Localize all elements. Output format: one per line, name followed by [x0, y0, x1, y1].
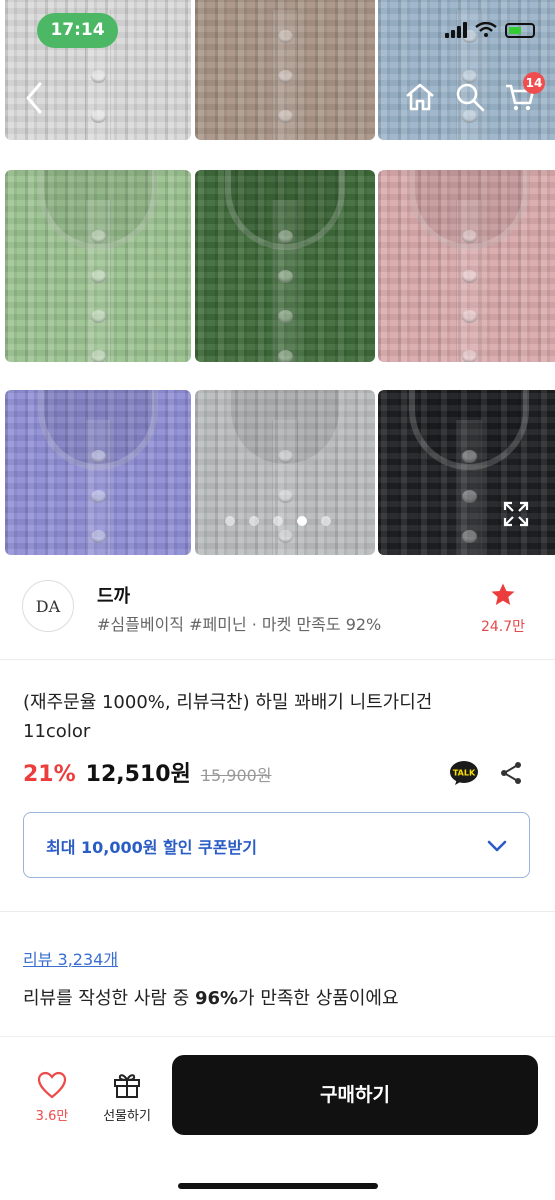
- cardigan-swatch: [378, 0, 555, 140]
- review-summary-tail: 가 만족한 상품이에요: [238, 988, 399, 1009]
- status-time: 17:14: [37, 13, 118, 48]
- coupon-download-button[interactable]: 최대 10,000원 할인 쿠폰받기: [23, 812, 530, 878]
- store-name[interactable]: 드까: [97, 582, 130, 608]
- cardigan-swatch: [5, 390, 191, 555]
- share-icon[interactable]: [499, 761, 523, 785]
- coupon-label: 최대 10,000원 할인 쿠폰받기: [46, 838, 257, 857]
- cardigan-swatch: [378, 170, 555, 362]
- home-icon[interactable]: [403, 80, 437, 114]
- buy-button[interactable]: 구매하기: [172, 1055, 538, 1135]
- review-summary-text: 리뷰를 작성한 사람 중: [23, 988, 195, 1009]
- review-count-link[interactable]: 리뷰 3,234개: [23, 946, 118, 970]
- signal-icon: [445, 22, 467, 38]
- gallery-dot[interactable]: [224, 516, 235, 526]
- price-row: 21% 12,510원 15,900원: [23, 756, 272, 788]
- chevron-down-icon: [487, 840, 507, 852]
- cardigan-swatch: [378, 390, 555, 555]
- wifi-icon: [475, 22, 497, 37]
- gallery-page-indicator: [0, 516, 555, 526]
- talk-label: TALK: [453, 769, 476, 778]
- cardigan-swatch: [195, 0, 375, 140]
- discount-rate: 21%: [23, 762, 76, 787]
- sale-price: 12,510원: [85, 762, 191, 787]
- heart-icon: [37, 1071, 67, 1099]
- product-image-gallery[interactable]: 17:14 14: [0, 0, 555, 555]
- cardigan-swatch: [5, 170, 191, 362]
- store-fav-count: 24.7만: [480, 619, 526, 635]
- cardigan-swatch: [195, 170, 375, 362]
- search-icon[interactable]: [453, 80, 487, 114]
- top-nav-icons: 14: [403, 72, 545, 114]
- cart-button[interactable]: 14: [503, 72, 545, 114]
- expand-icon[interactable]: [502, 500, 530, 528]
- battery-icon: [505, 22, 535, 38]
- cart-count-badge: 14: [523, 72, 545, 94]
- product-title-line-1: (재주문율 1000%, 리뷰극찬) 하밀 꽈배기 니트가디건: [23, 692, 433, 713]
- like-button[interactable]: 3.6만: [28, 1071, 76, 1124]
- store-tags: #심플베이직 #페미닌 · 마켓 만족도 92%: [97, 615, 382, 634]
- gift-label: 선물하기: [103, 1109, 151, 1124]
- store-row[interactable]: DA 드까 #심플베이직 #페미닌 · 마켓 만족도 92% 24.7만: [0, 555, 555, 660]
- gallery-dot[interactable]: [248, 516, 259, 526]
- gift-button[interactable]: 선물하기: [92, 1071, 162, 1124]
- review-satisfaction-percent: 96%: [194, 988, 239, 1009]
- back-arrow-icon[interactable]: [20, 78, 50, 118]
- like-count: 3.6만: [35, 1109, 69, 1124]
- store-logo[interactable]: DA: [22, 580, 74, 632]
- home-indicator: [178, 1183, 378, 1189]
- gallery-dot[interactable]: [320, 516, 331, 526]
- cardigan-swatch: [195, 390, 375, 555]
- star-icon: [491, 583, 515, 605]
- kakao-talk-icon[interactable]: TALK: [449, 760, 479, 786]
- product-title: (재주문율 1000%, 리뷰극찬) 하밀 꽈배기 니트가디건 11color: [23, 688, 523, 746]
- review-summary: 리뷰를 작성한 사람 중 96%가 만족한 상품이에요: [23, 984, 399, 1010]
- gift-icon: [114, 1074, 140, 1098]
- bottom-action-bar: 3.6만 선물하기 구매하기: [0, 1037, 555, 1200]
- status-icons: [445, 22, 535, 38]
- section-divider: [0, 911, 555, 912]
- gallery-dot[interactable]: [272, 516, 283, 526]
- original-price: 15,900원: [200, 766, 272, 785]
- gallery-dot[interactable]: [296, 516, 307, 526]
- product-title-line-2: 11color: [23, 721, 91, 742]
- store-favorite-button[interactable]: 24.7만: [473, 582, 533, 636]
